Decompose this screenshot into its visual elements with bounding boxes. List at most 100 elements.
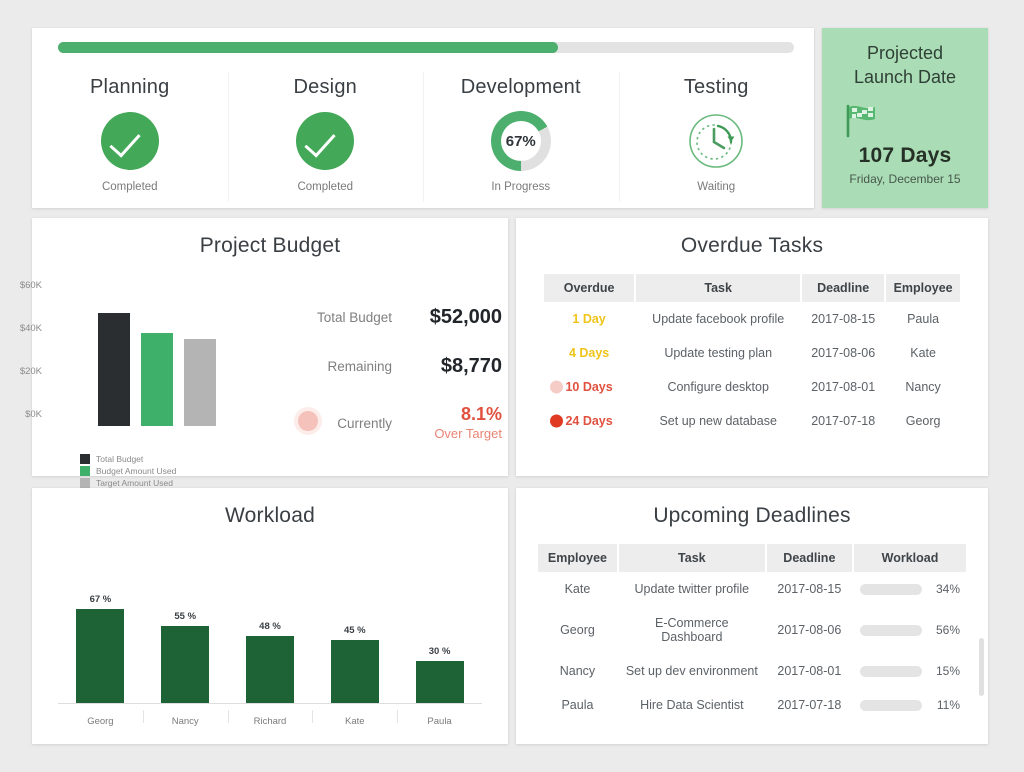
table-row[interactable]: GeorgE-Commerce Dashboard2017-08-0656% (538, 606, 966, 654)
cell-employee: Paula (886, 302, 960, 336)
table-row[interactable]: 24 DaysSet up new database2017-07-18Geor… (544, 404, 960, 438)
column-header-task[interactable]: Task (619, 544, 765, 572)
budget-stats: Total Budget $52,000 Remaining $8,770 Cu… (282, 306, 502, 469)
column-header-employee[interactable]: Employee (886, 274, 960, 302)
page-title-deadlines: Upcoming Deadlines (516, 488, 988, 528)
legend-swatch-target (80, 478, 90, 488)
workload-axis-labels: GeorgNancyRichardKatePaula (58, 716, 482, 727)
column-header-overdue[interactable]: Overdue (544, 274, 634, 302)
milestone-design[interactable]: Design Completed (228, 66, 424, 208)
workload-bar (161, 626, 209, 703)
workload-bar (76, 609, 124, 703)
column-header-task[interactable]: Task (636, 274, 800, 302)
milestone-title: Design (294, 76, 357, 99)
y-tick-20k: $20K (0, 366, 42, 377)
milestone-status: Completed (102, 181, 158, 193)
cell-task: Set up dev environment (619, 654, 765, 688)
clock-arrow-icon (687, 111, 745, 171)
table-header-row: Employee Task Deadline Workload (538, 544, 966, 572)
cell-task: E-Commerce Dashboard (619, 606, 765, 654)
workload-bar-column: 55 % (143, 554, 228, 703)
cell-task: Update twitter profile (619, 572, 765, 606)
workload-bar-column: 48 % (228, 554, 313, 703)
donut-percent-label: 67% (501, 121, 541, 161)
workload-meter: 34% (860, 582, 960, 596)
cell-deadline: 2017-08-01 (802, 370, 884, 404)
column-header-deadline[interactable]: Deadline (767, 544, 852, 572)
workload-category-label: Richard (228, 716, 313, 727)
workload-bar-column: 30 % (397, 554, 482, 703)
cell-deadline: 2017-07-18 (802, 404, 884, 438)
workload-bar-value: 67 % (90, 594, 112, 605)
cell-employee: Nancy (886, 370, 960, 404)
cell-deadline: 2017-08-15 (802, 302, 884, 336)
y-tick-40k: $40K (0, 323, 42, 334)
legend-label-target: Target Amount Used (96, 478, 173, 488)
legend-swatch-used (80, 466, 90, 476)
cell-task: Update testing plan (636, 336, 800, 370)
cell-deadline: 2017-08-15 (767, 572, 852, 606)
milestone-planning[interactable]: Planning Completed (32, 66, 228, 208)
table-row[interactable]: 10 DaysConfigure desktop2017-08-01Nancy (544, 370, 960, 404)
table-row[interactable]: 1 DayUpdate facebook profile2017-08-15Pa… (544, 302, 960, 336)
cell-task: Configure desktop (636, 370, 800, 404)
milestone-status: In Progress (491, 181, 550, 193)
workload-bar-value: 30 % (429, 646, 451, 657)
milestone-title: Planning (90, 76, 169, 99)
overall-progress-fill (58, 42, 558, 53)
cell-employee: Paula (538, 688, 617, 722)
table-row[interactable]: NancySet up dev environment2017-08-0115% (538, 654, 966, 688)
overdue-tasks-table: Overdue Task Deadline Employee 1 DayUpda… (542, 274, 962, 438)
launch-title-line2: Launch Date (832, 66, 978, 90)
page-title-overdue: Overdue Tasks (516, 218, 988, 258)
budget-legend: Total Budget Budget Amount Used Target A… (80, 454, 176, 490)
workload-bar-value: 45 % (344, 625, 366, 636)
legend-label-used: Budget Amount Used (96, 466, 176, 476)
column-header-employee[interactable]: Employee (538, 544, 617, 572)
workload-track (860, 666, 922, 677)
y-tick-60k: $60K (0, 280, 42, 291)
milestone-row: Planning Completed Design Completed Deve… (32, 66, 814, 208)
stat-label: Total Budget (317, 310, 392, 325)
donut-progress-icon: 67% (491, 111, 551, 171)
workload-percent-label: 56% (930, 623, 960, 637)
check-circle-icon (296, 111, 354, 171)
stat-label: Currently (337, 416, 392, 431)
launch-date: Friday, December 15 (832, 172, 978, 186)
cell-overdue: 1 Day (544, 302, 634, 336)
cell-employee: Georg (886, 404, 960, 438)
projected-launch-panel: Projected Launch Date 107 Da (822, 28, 988, 208)
workload-track (860, 584, 922, 595)
table-row[interactable]: KateUpdate twitter profile2017-08-1534% (538, 572, 966, 606)
workload-panel: Workload 67 % 55 % 48 % 45 % 30 % GeorgNancy… (32, 488, 508, 744)
workload-meter: 15% (860, 664, 960, 678)
over-target-label: Over Target (434, 426, 502, 441)
column-header-workload[interactable]: Workload (854, 544, 966, 572)
bar-target-used (184, 339, 216, 426)
milestone-testing[interactable]: Testing Waiting (619, 66, 815, 208)
stat-value: $52,000 (406, 306, 502, 329)
cell-task: Hire Data Scientist (619, 688, 765, 722)
vertical-scrollbar[interactable] (979, 638, 984, 696)
stat-total-budget: Total Budget $52,000 (282, 306, 502, 329)
workload-bar-value: 55 % (174, 611, 196, 622)
table-header-row: Overdue Task Deadline Employee (544, 274, 960, 302)
budget-bars (98, 296, 216, 426)
workload-bar-column: 45 % (312, 554, 397, 703)
workload-bar-chart: 67 % 55 % 48 % 45 % 30 % (58, 554, 482, 703)
stat-label: Remaining (327, 359, 392, 374)
legend-swatch-total (80, 454, 90, 464)
table-row[interactable]: PaulaHire Data Scientist2017-07-1811% (538, 688, 966, 722)
milestone-title: Development (461, 76, 581, 99)
cell-employee: Georg (538, 606, 617, 654)
cell-deadline: 2017-07-18 (767, 688, 852, 722)
over-target-percent: 8.1% (461, 404, 502, 424)
workload-meter: 56% (860, 623, 960, 637)
milestone-development[interactable]: Development 67% In Progress (423, 66, 619, 208)
dashboard-page: Planning Completed Design Completed Deve… (0, 0, 1024, 772)
table-row[interactable]: 4 DaysUpdate testing plan2017-08-06Kate (544, 336, 960, 370)
cell-deadline: 2017-08-06 (802, 336, 884, 370)
workload-bar-column: 67 % (58, 554, 143, 703)
page-title-workload: Workload (32, 488, 508, 528)
column-header-deadline[interactable]: Deadline (802, 274, 884, 302)
